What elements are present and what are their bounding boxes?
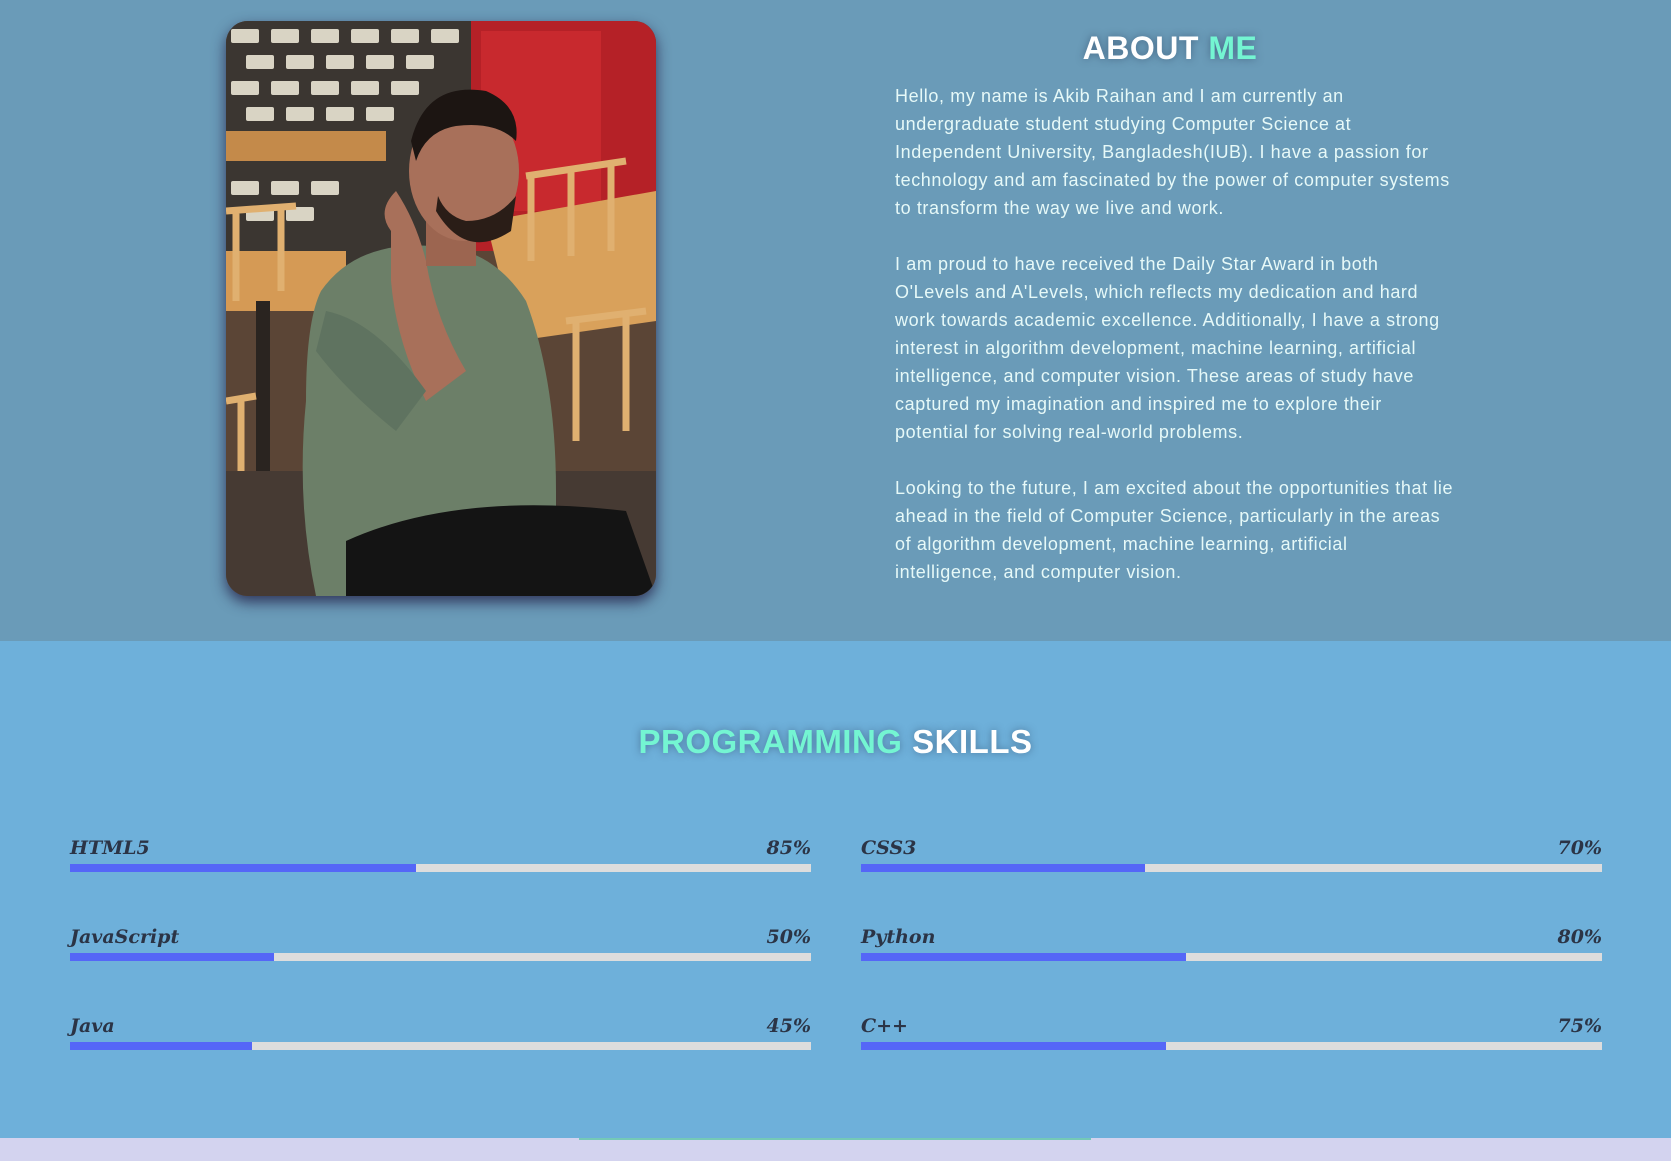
skill-bar-track [861,953,1602,961]
skill-bar-track [70,953,811,961]
about-title: ABOUT ME [895,30,1445,67]
skill-java: Java 45% [70,1015,811,1055]
skill-bar-fill [861,1042,1166,1050]
skill-bar-fill [861,953,1187,961]
skill-css3: CSS3 70% [861,837,1602,877]
skill-name: HTML5 [70,837,150,859]
skills-section: PROGRAMMING SKILLS HTML5 85% CSS3 70% Ja… [0,641,1671,1138]
footer-divider [579,1138,1091,1140]
skill-name: Java [70,1015,115,1037]
about-title-word-1: ABOUT [1082,30,1199,66]
skills-title-word-2: SKILLS [912,723,1033,760]
page: ABOUT ME Hello, my name is Akib Raihan a… [0,0,1671,1161]
about-paragraph-2: I am proud to have received the Daily St… [895,254,1440,442]
about-title-word-2: ME [1208,30,1258,66]
skill-bar-track [861,864,1602,872]
skill-bar-fill [70,953,274,961]
skill-bar-track [70,1042,811,1050]
skill-name: JavaScript [70,926,180,948]
skill-percent: 80% [1557,926,1603,948]
skill-name: Python [861,926,936,948]
skill-cpp: C++ 75% [861,1015,1602,1055]
skill-bar-track [861,1042,1602,1050]
skill-bar-fill [70,864,417,872]
profile-photo [226,21,656,596]
skill-javascript: JavaScript 50% [70,926,811,966]
skill-percent: 45% [766,1015,812,1037]
skill-bar-track [70,864,811,872]
about-section: ABOUT ME Hello, my name is Akib Raihan a… [0,0,1671,641]
skill-name: CSS3 [861,837,917,859]
about-paragraph-3: Looking to the future, I am excited abou… [895,478,1454,582]
skill-percent: 70% [1557,837,1603,859]
skill-html5: HTML5 85% [70,837,811,877]
skills-title: PROGRAMMING SKILLS [0,723,1671,761]
about-paragraph-1: Hello, my name is Akib Raihan and I am c… [895,86,1450,218]
skill-percent: 85% [766,837,812,859]
skill-name: C++ [861,1015,908,1037]
skills-title-word-1: PROGRAMMING [638,723,903,760]
about-text: Hello, my name is Akib Raihan and I am c… [895,82,1455,614]
skill-bar-fill [861,864,1145,872]
skill-python: Python 80% [861,926,1602,966]
skill-percent: 75% [1557,1015,1603,1037]
skill-bar-fill [70,1042,253,1050]
footer-strip [0,1138,1671,1161]
skill-percent: 50% [766,926,812,948]
